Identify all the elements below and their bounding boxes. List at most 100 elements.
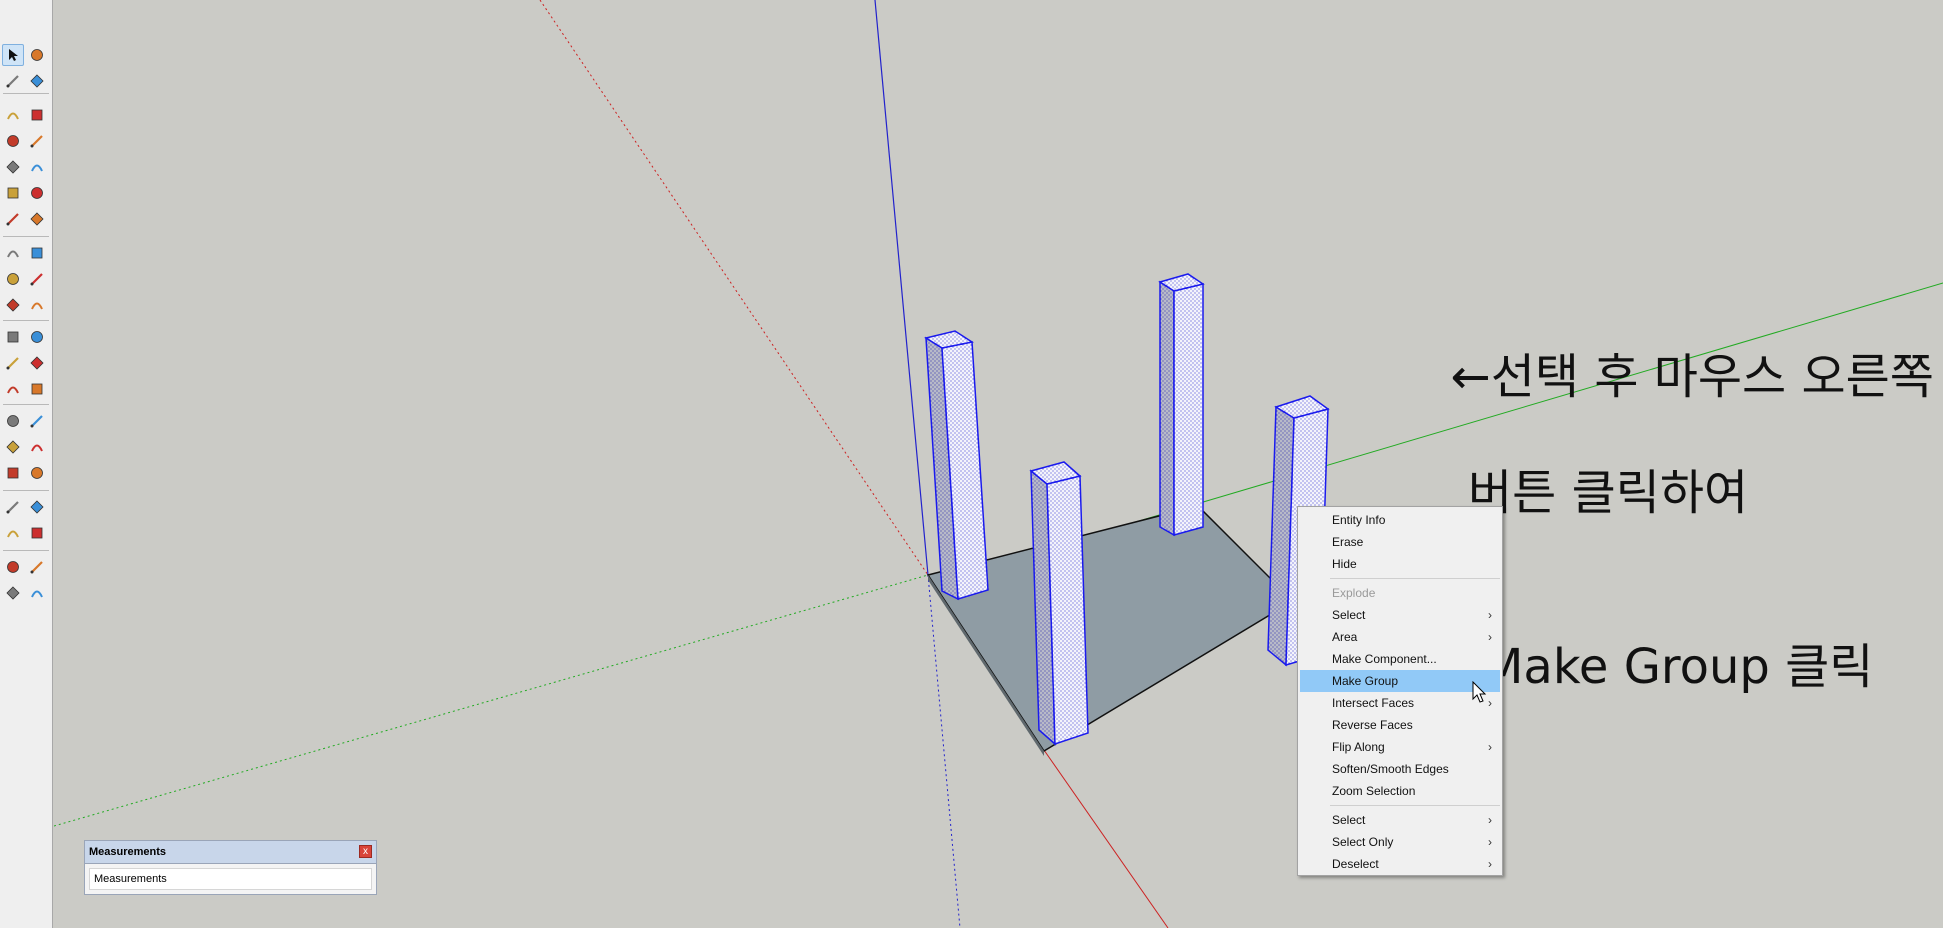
paint-bucket-tool[interactable]	[2, 70, 24, 92]
send-to-layout-tool-icon	[31, 590, 43, 598]
polygon-tool[interactable]	[26, 156, 48, 178]
toolbar-row	[2, 294, 52, 318]
rotate-tool[interactable]	[2, 268, 24, 290]
pan-tool-icon	[30, 415, 43, 428]
circle-tool-icon	[6, 160, 20, 174]
warehouse-tool[interactable]	[2, 556, 24, 578]
measurements-panel: Measurements x Measurements	[84, 840, 377, 895]
pillar-4[interactable]	[1029, 461, 1089, 746]
position-camera-tool-icon	[6, 501, 19, 514]
pie-tool[interactable]	[26, 208, 48, 230]
measurements-input[interactable]: Measurements	[89, 868, 372, 890]
menu-item-label: Soften/Smooth Edges	[1332, 762, 1449, 776]
menu-item-area[interactable]: Area ›	[1300, 626, 1500, 648]
line-tool[interactable]	[2, 104, 24, 126]
tape-measure-tool[interactable]	[2, 326, 24, 348]
menu-item-label: Deselect	[1332, 857, 1379, 871]
move-tool[interactable]	[2, 242, 24, 264]
share-model-tool[interactable]	[26, 556, 48, 578]
section-plane-tool[interactable]	[26, 522, 48, 544]
toolbar-separator	[3, 490, 49, 491]
3d-text-tool[interactable]	[26, 378, 48, 400]
menu-item-soften-smooth-edges[interactable]: Soften/Smooth Edges	[1300, 758, 1500, 780]
zoom-extents-tool[interactable]	[2, 462, 24, 484]
push-pull-tool[interactable]	[26, 242, 48, 264]
chevron-right-icon: ›	[1488, 835, 1492, 849]
rotated-rectangle-tool[interactable]	[26, 130, 48, 152]
chevron-right-icon: ›	[1488, 740, 1492, 754]
pillar-2[interactable]	[1158, 273, 1205, 537]
toolbar-row	[2, 326, 52, 350]
warehouse-tool-icon	[7, 561, 19, 573]
toolbar-row	[2, 378, 52, 402]
menu-item-erase[interactable]: Erase	[1300, 531, 1500, 553]
extension-warehouse-tool[interactable]	[2, 582, 24, 604]
chevron-right-icon: ›	[1488, 696, 1492, 710]
move-tool-icon	[7, 250, 19, 258]
toolbar-separator	[3, 404, 49, 405]
select-tool-icon	[9, 49, 18, 61]
zoom-tool[interactable]	[2, 436, 24, 458]
previous-view-tool-icon	[31, 467, 43, 479]
menu-item-entity-info[interactable]: Entity Info	[1300, 509, 1500, 531]
toolbar-row	[2, 156, 52, 180]
menu-item-select[interactable]: Select ›	[1300, 604, 1500, 626]
section-plane-tool-icon	[31, 527, 43, 539]
toolbar-row	[2, 44, 52, 68]
menu-item-hide[interactable]: Hide	[1300, 553, 1500, 575]
share-model-tool-icon	[30, 561, 43, 574]
menu-item-deselect[interactable]: Deselect ›	[1300, 853, 1500, 875]
menu-item-make-component[interactable]: Make Component...	[1300, 648, 1500, 670]
menu-item-label: Erase	[1332, 535, 1364, 549]
menu-item-select-only[interactable]: Select Only ›	[1300, 831, 1500, 853]
annotation-line-1: ←선택 후 마우스 오른쪽	[1450, 349, 1934, 405]
scale-tool[interactable]	[2, 294, 24, 316]
toolbar-separator	[3, 236, 49, 237]
orbit-tool[interactable]	[2, 410, 24, 432]
menu-item-select[interactable]: Select ›	[1300, 809, 1500, 831]
dimension-tool[interactable]	[26, 326, 48, 348]
zoom-tool-icon	[6, 440, 20, 454]
select-tool[interactable]	[2, 44, 24, 66]
axes-tool-icon	[7, 386, 19, 394]
menu-item-label: Zoom Selection	[1332, 784, 1416, 798]
tape-measure-tool-icon	[7, 331, 19, 343]
circle-tool[interactable]	[2, 156, 24, 178]
text-tool-icon	[30, 356, 44, 370]
rectangle-tool[interactable]	[2, 130, 24, 152]
send-to-layout-tool[interactable]	[26, 582, 48, 604]
eraser-tool[interactable]	[26, 70, 48, 92]
menu-item-make-group[interactable]: Make Group	[1300, 670, 1500, 692]
walk-tool[interactable]	[2, 522, 24, 544]
menu-item-intersect-faces[interactable]: Intersect Faces ›	[1300, 692, 1500, 714]
freehand-tool[interactable]	[26, 104, 48, 126]
zoom-extents-tool-icon	[7, 467, 19, 479]
menu-item-reverse-faces[interactable]: Reverse Faces	[1300, 714, 1500, 736]
rotated-rectangle-tool-icon	[30, 135, 43, 148]
protractor-tool[interactable]	[2, 352, 24, 374]
two-point-arc-tool[interactable]	[26, 182, 48, 204]
position-camera-tool[interactable]	[2, 496, 24, 518]
follow-me-tool[interactable]	[26, 268, 48, 290]
menu-item-label: Make Group	[1332, 674, 1399, 688]
menu-item-zoom-selection[interactable]: Zoom Selection	[1300, 780, 1500, 802]
three-point-arc-tool[interactable]	[2, 208, 24, 230]
menu-item-label: Select Only	[1332, 835, 1394, 849]
green-axis-dotted	[54, 574, 929, 827]
toolbar-row	[2, 208, 52, 232]
zoom-window-tool[interactable]	[26, 436, 48, 458]
text-tool[interactable]	[26, 352, 48, 374]
offset-tool[interactable]	[26, 294, 48, 316]
previous-view-tool[interactable]	[26, 462, 48, 484]
make-component-tool[interactable]	[26, 44, 48, 66]
menu-item-flip-along[interactable]: Flip Along ›	[1300, 736, 1500, 758]
look-around-tool[interactable]	[26, 496, 48, 518]
toolbar-separator	[3, 550, 49, 551]
axes-tool[interactable]	[2, 378, 24, 400]
arc-tool[interactable]	[2, 182, 24, 204]
pan-tool[interactable]	[26, 410, 48, 432]
close-icon[interactable]: x	[359, 845, 372, 858]
toolbar-row	[2, 70, 52, 94]
red-axis-dotted	[539, 0, 929, 576]
pillar-1[interactable]	[924, 330, 989, 601]
